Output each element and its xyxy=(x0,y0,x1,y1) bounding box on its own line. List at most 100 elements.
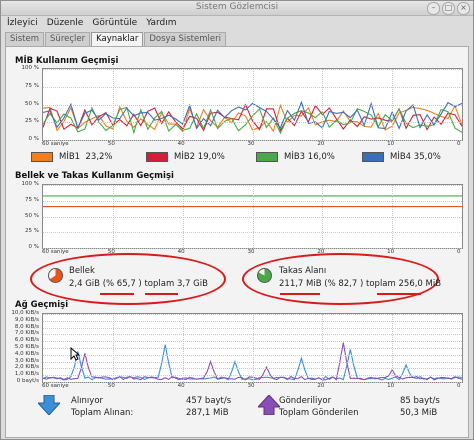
network-section-title: Ağ Geçmişi xyxy=(15,300,69,310)
cpu3-value: 16,0% xyxy=(307,152,335,162)
network-x-tick: 40 xyxy=(177,383,185,389)
memory-vgridline xyxy=(182,185,185,248)
cpu-x-tick: 30 xyxy=(247,141,255,147)
tab-file-systems[interactable]: Dosya Sistemleri xyxy=(144,32,226,47)
cpu2-color-swatch[interactable] xyxy=(146,152,168,162)
ram-total-underline xyxy=(145,293,178,295)
swap-used: 211,7 MiB xyxy=(279,279,322,289)
network-vgridline xyxy=(182,314,185,382)
cpu-y-tick: 25 % xyxy=(25,118,39,125)
tab-system[interactable]: Sistem xyxy=(5,32,45,47)
mouse-cursor-icon xyxy=(70,347,80,361)
memory-vgridline xyxy=(252,185,255,248)
swap-percent: (% 82,7 ) xyxy=(324,279,364,289)
memory-section-title: Bellek ve Takas Kullanım Geçmişi xyxy=(15,171,174,181)
ram-used: 2,4 GiB xyxy=(69,279,100,289)
ram-percent-underline xyxy=(100,293,134,295)
cpu-y-tick: 50 % xyxy=(25,100,39,107)
cpu-vgridline xyxy=(252,69,255,140)
receiving-rate: 457 bayt/s xyxy=(186,396,232,406)
cpu-history-graph xyxy=(42,68,463,141)
memory-x-tick: 10 xyxy=(387,249,395,255)
menu-help[interactable]: Yardım xyxy=(146,16,176,30)
memory-x-tick: 20 xyxy=(317,249,325,255)
menu-bar: İzleyici Düzenle Görüntüle Yardım xyxy=(1,16,473,30)
cpu-y-tick: 75 % xyxy=(25,82,39,89)
cpu3-label: MİB3 xyxy=(284,152,306,162)
network-y-tick: 4,0 KiB/s xyxy=(14,350,39,357)
legend-cpu1: MİB1 23,2% xyxy=(31,152,113,162)
cpu4-label: MİB4 xyxy=(390,152,412,162)
cpu4-color-swatch[interactable] xyxy=(362,152,384,162)
network-y-tick: 8,0 KiB/s xyxy=(14,323,39,330)
cpu-y-tick: 0 % xyxy=(28,136,39,142)
maximize-button[interactable]: □ xyxy=(442,2,455,15)
cpu-x-tick: 20 xyxy=(317,141,325,147)
memory-y-tick: 0 % xyxy=(28,244,39,250)
network-x-tick: 60 saniye xyxy=(42,383,69,389)
ram-total: 3,7 GiB xyxy=(176,279,208,289)
ram-usage-line: 2,4 GiB (% 65,7 ) toplam 3,7 GiB xyxy=(69,279,208,289)
title-bar[interactable]: Sistem Gözlemcisi – □ × xyxy=(1,1,473,16)
memory-y-tick: 100 % xyxy=(21,181,39,187)
menu-edit[interactable]: Düzenle xyxy=(47,16,84,30)
cpu-x-tick: 10 xyxy=(387,141,395,147)
sending-label: Gönderiliyor xyxy=(279,396,332,406)
menu-monitor[interactable]: İzleyici xyxy=(7,16,38,30)
network-vgridline xyxy=(392,314,394,382)
minimize-button[interactable]: – xyxy=(427,2,440,15)
legend-cpu4: MİB4 35,0% xyxy=(362,152,441,162)
total-received-value: 287,1 MiB xyxy=(186,408,229,418)
cpu3-color-swatch[interactable] xyxy=(256,152,278,162)
memory-y-tick: 50 % xyxy=(25,212,39,219)
download-arrow-icon[interactable] xyxy=(38,395,60,415)
cpu-y-tick: 100 % xyxy=(21,65,39,71)
cpu1-value: 23,2% xyxy=(85,152,113,162)
memory-y-tick: 25 % xyxy=(25,228,39,235)
cpu-x-tick: 40 xyxy=(177,141,185,147)
network-y-tick: 1,0 KiB/s xyxy=(14,371,39,378)
network-y-tick: 10,0 KiB/s xyxy=(11,310,39,316)
memory-x-tick: 60 saniye xyxy=(42,249,69,255)
cpu1-label: MİB1 xyxy=(59,152,81,162)
menu-view[interactable]: Görüntüle xyxy=(92,16,137,30)
swap-total-underline xyxy=(377,293,421,295)
upload-arrow-icon[interactable] xyxy=(258,395,280,415)
network-y-tick: 3,0 KiB/s xyxy=(14,357,39,364)
cpu-vgridline xyxy=(182,69,185,140)
network-y-tick: 2,0 KiB/s xyxy=(14,364,39,371)
ram-pie-icon[interactable] xyxy=(48,268,63,283)
cpu-vgridline xyxy=(112,69,115,140)
legend-cpu3: MİB3 16,0% xyxy=(256,152,335,162)
sending-rate: 85 bayt/s xyxy=(400,396,440,406)
window-title: Sistem Gözlemcisi xyxy=(195,2,279,12)
swap-used-underline xyxy=(280,293,320,295)
tab-processes[interactable]: Süreçler xyxy=(45,32,91,47)
close-button[interactable]: × xyxy=(457,2,470,15)
total-sent-value: 50,3 MiB xyxy=(400,408,438,418)
cpu-vgridline xyxy=(322,69,324,140)
cpu2-value: 19,0% xyxy=(197,152,225,162)
network-vgridline xyxy=(322,314,324,382)
cpu-x-tick: 60 saniye xyxy=(42,141,69,147)
network-vgridline xyxy=(112,314,115,382)
memory-x-tick: 0 xyxy=(457,249,461,255)
ram-total-label: toplam xyxy=(144,279,175,289)
network-y-tick: 9,0 KiB/s xyxy=(14,316,39,323)
network-x-tick: 0 xyxy=(457,383,461,389)
network-x-tick: 10 xyxy=(387,383,395,389)
memory-x-tick: 50 xyxy=(107,249,115,255)
network-x-tick: 50 xyxy=(107,383,115,389)
cpu4-value: 35,0% xyxy=(413,152,441,162)
memory-y-tick: 75 % xyxy=(25,196,39,203)
network-y-tick: 0 bayt/s xyxy=(16,378,39,384)
network-history-graph xyxy=(42,313,463,383)
tab-resources[interactable]: Kaynaklar xyxy=(91,32,144,47)
resources-panel: MİB Kullanım Geçmişi MİB1 23,2% MİB2 19,… xyxy=(5,46,469,438)
network-vgridline xyxy=(252,314,255,382)
swap-pie-icon[interactable] xyxy=(257,268,272,283)
network-y-tick: 5,0 KiB/s xyxy=(14,344,39,350)
cpu1-color-swatch[interactable] xyxy=(31,152,53,162)
ram-label: Bellek xyxy=(69,266,95,276)
network-y-tick: 6,0 KiB/s xyxy=(14,337,39,344)
